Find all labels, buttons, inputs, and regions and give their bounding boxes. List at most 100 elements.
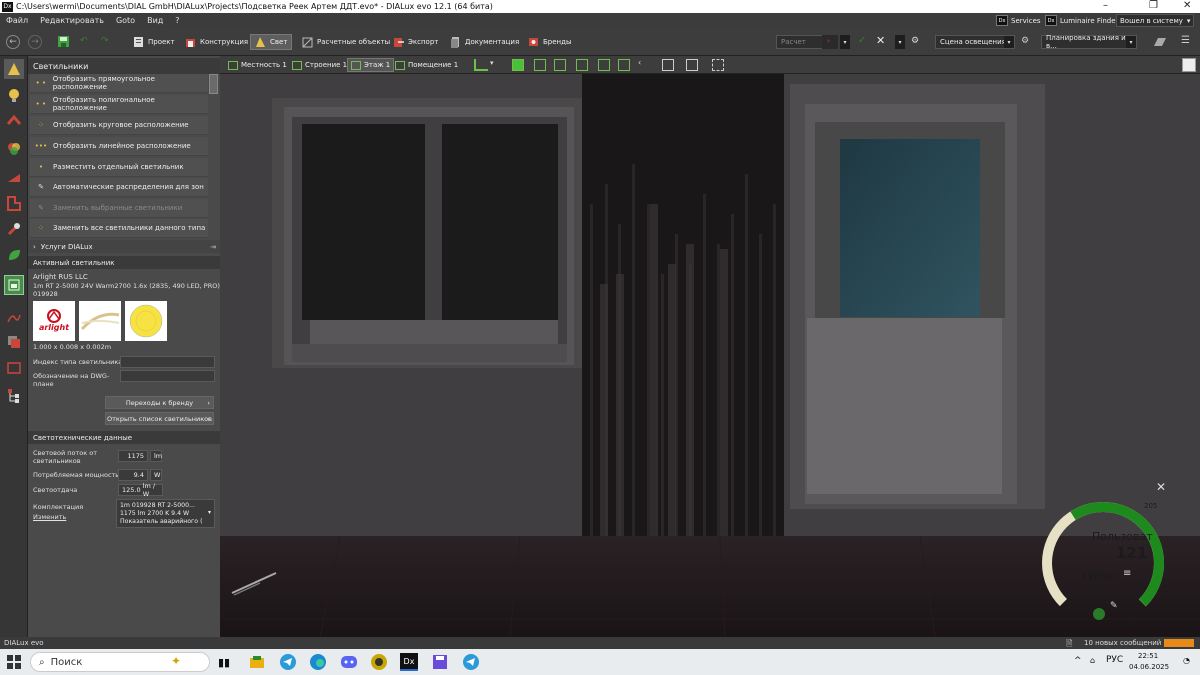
task-view-icon[interactable]: ▮▮ (215, 653, 233, 671)
tools-icon[interactable] (4, 219, 24, 239)
fit-view-icon[interactable] (686, 59, 698, 71)
undo-icon[interactable]: ↶ (80, 36, 88, 46)
telegram-icon[interactable] (279, 653, 297, 671)
services-button[interactable]: Dx Services (996, 14, 1041, 27)
dwg-field[interactable] (120, 370, 215, 382)
view-tab-room[interactable]: Помещение 1 (395, 58, 458, 72)
calc-surface-icon[interactable] (4, 275, 24, 295)
panel-toggle-icon[interactable] (1182, 58, 1196, 72)
minimize-button[interactable]: – (1103, 0, 1108, 11)
tab-documentation[interactable]: Документация (450, 34, 519, 50)
building-planning-select[interactable]: Планировка здания и в... ▾ (1041, 34, 1137, 50)
view-wall-back-icon[interactable] (554, 59, 566, 71)
menu-edit[interactable]: Редактировать (34, 16, 110, 25)
messages-indicator[interactable] (1164, 639, 1194, 647)
gauge-menu-icon[interactable]: ≡ (1123, 568, 1131, 579)
replace-all-item[interactable]: ⁘ Заменить все светильники данного типа (30, 219, 208, 238)
layers-icon[interactable] (4, 332, 24, 352)
rect-arrangement-item[interactable]: • • Отобразить прямоугольное расположение (30, 74, 208, 93)
curve-icon[interactable] (4, 308, 24, 328)
tab-calculation-objects[interactable]: Расчетные объекты (302, 34, 390, 50)
scene-settings-icon[interactable]: ⚙ (1021, 36, 1029, 46)
zoom-extents-icon[interactable] (662, 59, 674, 71)
discord-icon[interactable] (340, 653, 358, 671)
menu-view[interactable]: Вид (141, 16, 169, 25)
forward-button[interactable]: → (28, 35, 42, 49)
configuration-select[interactable]: 1m 019928 RT 2-5000... 1175 lm 2700 K 9.… (116, 499, 215, 528)
leaf-icon[interactable] (4, 245, 24, 265)
auto-distribution-item[interactable]: ✎ Автоматические распределения для зон (30, 178, 208, 197)
close-window-button[interactable]: ✕ (1183, 0, 1191, 11)
axis-view-icon[interactable] (474, 59, 488, 71)
view-wall-right-icon[interactable] (576, 59, 588, 71)
type-index-field[interactable] (120, 356, 215, 368)
polygon-arrangement-item[interactable]: • • Отобразить полигональное расположение (30, 95, 208, 114)
notification-icon[interactable]: ◔ (1183, 656, 1190, 665)
menu-icon[interactable]: ☰ (1181, 35, 1190, 46)
bulb-icon[interactable] (4, 85, 24, 105)
color-scene-icon[interactable] (4, 139, 24, 159)
view-tab-floor[interactable]: Этаж 1 (347, 58, 395, 72)
tab-export[interactable]: Экспорт (393, 34, 438, 50)
replace-selected-item[interactable]: ✎ Заменить выбранные светильники (30, 199, 208, 218)
dialux-services-header[interactable]: › Услуги DIALux ⇥ (28, 240, 220, 253)
3d-viewport[interactable]: ✕ ✎ Пользоват 121 kWh/a ≡ 205 65 (220, 74, 1200, 637)
back-button[interactable]: ← (6, 35, 20, 49)
single-luminaire-item[interactable]: • Разместить отдельный светильник (30, 158, 208, 177)
gear-icon[interactable]: ⚙ (911, 36, 919, 46)
circular-arrangement-item[interactable]: ⁘ Отобразить круговое расположение (30, 116, 208, 135)
menu-help[interactable]: ? (169, 16, 185, 25)
eraser-icon[interactable] (1153, 37, 1167, 47)
lighting-scene-select[interactable]: Сцена освещения 1 ▾ (935, 35, 1015, 49)
emergency-light-icon[interactable] (4, 111, 24, 131)
view-top-icon[interactable] (598, 59, 610, 71)
messages-text[interactable]: 10 новых сообщений (1084, 639, 1161, 647)
telegram-icon[interactable] (462, 653, 480, 671)
floppy-icon[interactable] (431, 653, 449, 671)
dialux-taskbar-icon[interactable]: Dx (400, 653, 418, 671)
frame-icon[interactable] (4, 358, 24, 378)
app-icon[interactable] (370, 653, 388, 671)
close-gauge-icon[interactable]: ✕ (1156, 480, 1166, 494)
save-icon[interactable] (57, 35, 70, 48)
clock-time[interactable]: 22:51 (1138, 652, 1158, 660)
panel-scrollbar[interactable] (209, 74, 218, 94)
cancel-dropdown-button[interactable]: ▾ (895, 35, 905, 49)
menu-file[interactable]: Файл (0, 16, 34, 25)
collapse-icon[interactable]: ⇥ (210, 243, 216, 251)
view-solid-icon[interactable] (512, 59, 524, 71)
room-layout-icon[interactable] (4, 193, 24, 213)
tray-chevron-up-icon[interactable]: ^ (1074, 656, 1082, 666)
linear-arrangement-item[interactable]: ••• Отобразить линейное расположение (30, 137, 208, 156)
calc-options[interactable]: › (822, 35, 838, 49)
view-iso-icon[interactable] (618, 59, 630, 71)
split-view-icon[interactable] (712, 59, 724, 71)
chevron-down-icon[interactable]: ▾ (490, 59, 494, 67)
luminaires-mode-icon[interactable] (4, 59, 24, 79)
widgets-icon[interactable] (248, 653, 266, 671)
redo-icon[interactable]: ↷ (101, 36, 109, 46)
chevron-left-icon[interactable]: ‹ (638, 58, 641, 67)
windows-start-icon[interactable] (5, 653, 23, 671)
view-wall-left-icon[interactable] (534, 59, 546, 71)
restore-button[interactable]: ❐ (1149, 0, 1158, 11)
luminaire-finder-button[interactable]: Dx Luminaire Finder (1045, 14, 1118, 27)
open-luminaire-list-button[interactable]: Открыть список светильников › (105, 412, 214, 425)
tab-light[interactable]: Свет (250, 34, 293, 50)
check-icon[interactable]: ✓ (858, 35, 866, 46)
language-indicator[interactable]: РУС (1106, 655, 1123, 665)
clock-date[interactable]: 04.06.2025 (1129, 663, 1169, 671)
tab-project[interactable]: Проект (133, 34, 175, 50)
taskbar-search-input[interactable]: ⌕ Поиск ✦ (30, 652, 210, 672)
menu-goto[interactable]: Goto (110, 16, 141, 25)
tab-construction[interactable]: Конструкция (185, 34, 248, 50)
calc-dropdown-button[interactable]: ▾ (840, 35, 850, 49)
measurement-icon[interactable] (4, 167, 24, 187)
view-tab-building[interactable]: Строение 1 (292, 58, 347, 72)
go-to-brand-button[interactable]: Переходы к бренду › (105, 396, 214, 409)
energy-gauge[interactable]: ✎ (1036, 496, 1170, 630)
login-dropdown[interactable]: Вошел в систему ▾ (1116, 14, 1195, 27)
cancel-icon[interactable]: ✕ (876, 34, 885, 47)
tree-icon[interactable] (4, 386, 24, 406)
edge-browser-icon[interactable] (309, 653, 327, 671)
